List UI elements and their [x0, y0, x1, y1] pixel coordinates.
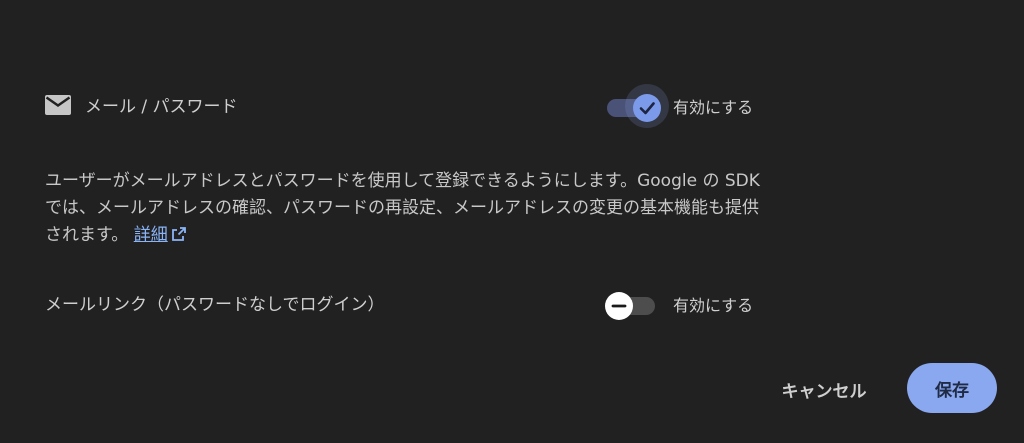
learn-more-link[interactable]: 詳細 — [134, 225, 187, 245]
email-link-label: メールリンク（パスワードなしでログイン） — [45, 295, 385, 315]
check-icon — [639, 102, 655, 115]
provider-name: メール / パスワード — [85, 97, 238, 117]
mail-icon — [45, 94, 71, 115]
switch-knob[interactable] — [633, 94, 661, 122]
provider-header: メール / パスワード — [45, 92, 238, 117]
external-link-icon[interactable] — [171, 226, 187, 242]
sign-in-provider-panel: メール / パスワード 有効にする ユーザーがメールアドレスとパスワードを使用し… — [0, 0, 1024, 443]
enable-email-password-toggle[interactable]: 有効にする — [605, 84, 753, 128]
minus-icon — [611, 304, 627, 308]
cancel-button[interactable]: キャンセル — [768, 369, 880, 409]
switch-knob[interactable] — [605, 292, 633, 320]
learn-more-label[interactable]: 詳細 — [134, 225, 168, 245]
save-button[interactable]: 保存 — [907, 363, 997, 413]
enable-email-link-toggle[interactable]: 有効にする — [605, 288, 753, 320]
enable-label[interactable]: 有効にする — [673, 292, 753, 316]
provider-description: ユーザーがメールアドレスとパスワードを使用して登録できるようにします。Googl… — [45, 168, 765, 249]
email-link-switch[interactable] — [605, 288, 657, 320]
email-password-switch[interactable] — [605, 84, 669, 128]
enable-label[interactable]: 有効にする — [673, 94, 753, 118]
